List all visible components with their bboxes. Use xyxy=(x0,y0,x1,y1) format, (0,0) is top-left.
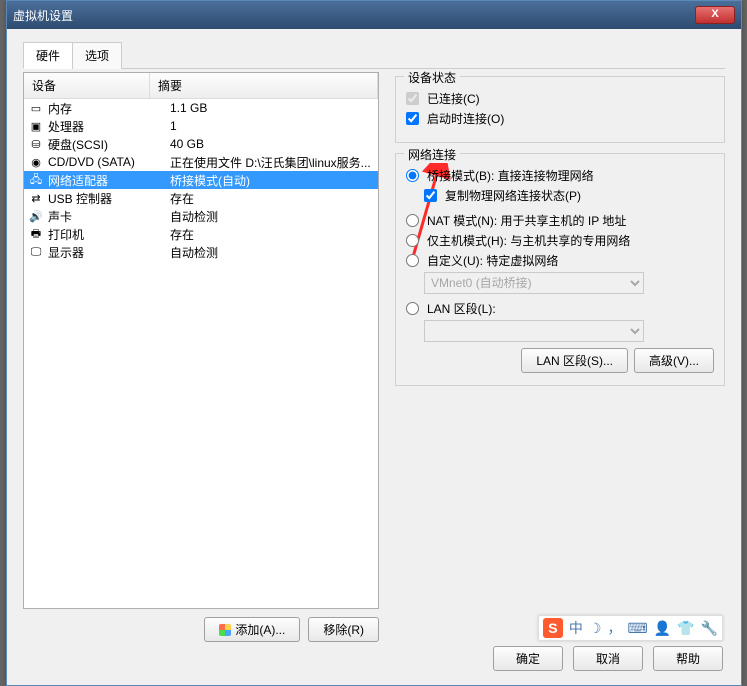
table-header: 设备 摘要 xyxy=(24,73,378,99)
hardware-row[interactable]: 🖧 网络适配器桥接模式(自动) xyxy=(24,171,378,189)
help-button[interactable]: 帮助 xyxy=(653,646,723,671)
hardware-row[interactable]: ⇄ USB 控制器存在 xyxy=(24,189,378,207)
lanseg-radio[interactable] xyxy=(406,302,419,315)
ime-tray[interactable]: S 中 ☽ ， ⌨ 👤 👕 🔧 xyxy=(538,615,723,641)
hardware-row[interactable]: 🖶 打印机存在 xyxy=(24,225,378,243)
usb-icon: ⇄ xyxy=(28,191,44,205)
device-name: CD/DVD (SATA) xyxy=(48,155,170,169)
hardware-table: 设备 摘要 ▭ 内存1.1 GB ▣ 处理器1 ⛁ 硬盘(SCSI)40 GB ◉ CD/DV… xyxy=(23,72,379,609)
memory-icon: ▭ xyxy=(28,101,44,115)
col-device[interactable]: 设备 xyxy=(24,73,150,98)
titlebar[interactable]: 虚拟机设置 X xyxy=(7,1,741,29)
window-title: 虚拟机设置 xyxy=(13,7,73,24)
lanseg-select xyxy=(424,320,644,342)
client-area: 硬件 选项 设备 摘要 ▭ 内存1.1 GB ▣ 处理器1 ⛁ 硬盘(SCSI)40 GB… xyxy=(7,29,741,685)
tshirt-icon[interactable]: 👕 xyxy=(677,620,694,637)
device-summary: 1 xyxy=(170,119,378,133)
nic-icon: 🖧 xyxy=(28,173,44,187)
hardware-row[interactable]: 🔊 声卡自动检测 xyxy=(24,207,378,225)
comma-icon[interactable]: ， xyxy=(607,618,621,638)
cancel-button[interactable]: 取消 xyxy=(573,646,643,671)
disc-icon: ◉ xyxy=(28,155,44,169)
tab-hardware[interactable]: 硬件 xyxy=(23,42,73,69)
hostonly-label: 仅主机模式(H): 与主机共享的专用网络 xyxy=(427,232,630,249)
ime-lang-icon[interactable]: 中 xyxy=(569,618,583,638)
moon-icon[interactable]: ☽ xyxy=(589,620,602,637)
nat-label: NAT 模式(N): 用于共享主机的 IP 地址 xyxy=(427,212,626,229)
custom-radio[interactable] xyxy=(406,254,419,267)
person-icon[interactable]: 👤 xyxy=(654,620,671,637)
device-summary: 正在使用文件 D:\汪氏集团\linux服务... xyxy=(170,154,378,171)
hardware-list-panel: 设备 摘要 ▭ 内存1.1 GB ▣ 处理器1 ⛁ 硬盘(SCSI)40 GB ◉ CD/DV… xyxy=(23,72,379,642)
hardware-row[interactable]: ◉ CD/DVD (SATA)正在使用文件 D:\汪氏集团\linux服务... xyxy=(24,153,378,171)
device-name: 显示器 xyxy=(48,244,170,261)
hardware-row[interactable]: ⛁ 硬盘(SCSI)40 GB xyxy=(24,135,378,153)
device-status-legend: 设备状态 xyxy=(404,69,460,86)
replicate-label: 复制物理网络连接状态(P) xyxy=(445,187,581,204)
connected-label: 已连接(C) xyxy=(427,90,480,107)
device-name: USB 控制器 xyxy=(48,190,170,207)
remove-hardware-button[interactable]: 移除(R) xyxy=(308,617,379,642)
col-summary[interactable]: 摘要 xyxy=(150,73,378,98)
dialog-button-bar: 确定 取消 帮助 xyxy=(493,646,723,671)
sound-icon: 🔊 xyxy=(28,209,44,223)
device-name: 内存 xyxy=(48,100,170,117)
device-name: 硬盘(SCSI) xyxy=(48,136,170,153)
advanced-button[interactable]: 高级(V)... xyxy=(634,348,714,373)
device-summary: 40 GB xyxy=(170,137,378,151)
device-summary: 存在 xyxy=(170,226,378,243)
cpu-icon: ▣ xyxy=(28,119,44,133)
custom-label: 自定义(U): 特定虚拟网络 xyxy=(427,252,558,269)
ok-button[interactable]: 确定 xyxy=(493,646,563,671)
lanseg-label: LAN 区段(L): xyxy=(427,300,496,317)
printer-icon: 🖶 xyxy=(28,227,44,241)
display-icon: 🖵 xyxy=(28,245,44,259)
device-summary: 自动检测 xyxy=(170,244,378,261)
lan-segments-button[interactable]: LAN 区段(S)... xyxy=(521,348,628,373)
vm-settings-dialog: 虚拟机设置 X 硬件 选项 设备 摘要 ▭ 内存1.1 GB ▣ 处理器1 ⛁ 硬盘(SC… xyxy=(6,0,742,686)
keyboard-icon[interactable]: ⌨ xyxy=(627,620,647,637)
bridged-label: 桥接模式(B): 直接连接物理网络 xyxy=(427,167,594,184)
shield-icon xyxy=(219,624,231,636)
device-summary: 桥接模式(自动) xyxy=(170,172,378,189)
bridged-radio[interactable] xyxy=(406,169,419,182)
tab-bar: 硬件 选项 xyxy=(23,41,725,69)
device-name: 网络适配器 xyxy=(48,172,170,189)
device-status-group: 设备状态 已连接(C) 启动时连接(O) xyxy=(395,76,725,143)
vmnet-select: VMnet0 (自动桥接) xyxy=(424,272,644,294)
close-button[interactable]: X xyxy=(695,6,735,24)
hardware-row[interactable]: ▭ 内存1.1 GB xyxy=(24,99,378,117)
nat-radio[interactable] xyxy=(406,214,419,227)
sogou-icon[interactable]: S xyxy=(543,618,563,638)
device-name: 声卡 xyxy=(48,208,170,225)
device-summary: 存在 xyxy=(170,190,378,207)
connect-at-poweron-checkbox[interactable] xyxy=(406,112,419,125)
hostonly-radio[interactable] xyxy=(406,234,419,247)
tab-options[interactable]: 选项 xyxy=(72,42,122,69)
connected-checkbox xyxy=(406,92,419,105)
hardware-row[interactable]: 🖵 显示器自动检测 xyxy=(24,243,378,261)
add-hardware-button[interactable]: 添加(A)... xyxy=(204,617,300,642)
settings-panel: 设备状态 已连接(C) 启动时连接(O) 网络连接 桥接模式(B): 直接连接物… xyxy=(395,72,725,396)
hardware-row[interactable]: ▣ 处理器1 xyxy=(24,117,378,135)
device-name: 处理器 xyxy=(48,118,170,135)
device-summary: 自动检测 xyxy=(170,208,378,225)
device-name: 打印机 xyxy=(48,226,170,243)
hdd-icon: ⛁ xyxy=(28,137,44,151)
network-connection-group: 网络连接 桥接模式(B): 直接连接物理网络 复制物理网络连接状态(P) NAT… xyxy=(395,153,725,386)
wrench-icon[interactable]: 🔧 xyxy=(701,620,718,637)
connect-at-poweron-label: 启动时连接(O) xyxy=(427,110,504,127)
replicate-checkbox[interactable] xyxy=(424,189,437,202)
device-summary: 1.1 GB xyxy=(170,101,378,115)
network-legend: 网络连接 xyxy=(404,146,460,163)
